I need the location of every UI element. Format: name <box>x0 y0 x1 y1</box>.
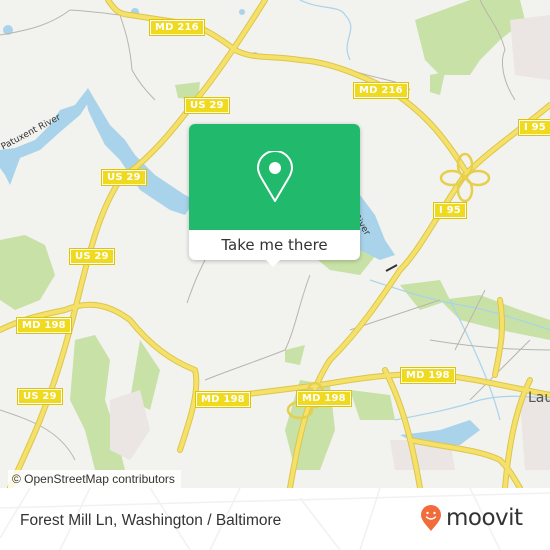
moovit-logo[interactable]: moovit <box>420 503 523 533</box>
route-shield-md-216: MD 216 <box>149 19 205 36</box>
route-shield-us-29: US 29 <box>184 97 230 114</box>
route-shield-us-29: US 29 <box>101 169 147 186</box>
moovit-smiley-pin-icon <box>421 505 441 531</box>
popup-pointer <box>264 258 282 267</box>
location-popup: Take me there <box>189 124 360 267</box>
route-shield-md-198: MD 198 <box>195 391 251 408</box>
route-shield-md-216: MD 216 <box>353 82 409 99</box>
laurel-city-label: Lau <box>528 390 550 406</box>
map-pin-icon <box>256 151 293 202</box>
route-shield-i-95: I 95 <box>433 202 467 219</box>
map-attribution[interactable]: © OpenStreetMap contributors <box>8 470 181 488</box>
route-shield-us-29: US 29 <box>17 388 63 405</box>
dam-marker <box>385 264 398 272</box>
route-shield-us-29: US 29 <box>69 248 115 265</box>
footer-bar: Forest Mill Ln, Washington / Baltimore m… <box>0 488 550 550</box>
route-shield-i-95: I 95 <box>518 119 550 136</box>
location-title: Forest Mill Ln, Washington / Baltimore <box>20 512 282 529</box>
route-shield-md-198: MD 198 <box>296 390 352 407</box>
map-view[interactable]: MD 216 MD 216 US 29 US 29 US 29 I 95 I 9… <box>0 0 550 488</box>
route-shield-md-198: MD 198 <box>400 367 456 384</box>
take-me-there-button[interactable]: Take me there <box>189 230 360 260</box>
popup-map-pin-area[interactable] <box>189 124 360 230</box>
moovit-brand-name: moovit <box>446 505 523 531</box>
route-shield-md-198: MD 198 <box>16 317 72 334</box>
